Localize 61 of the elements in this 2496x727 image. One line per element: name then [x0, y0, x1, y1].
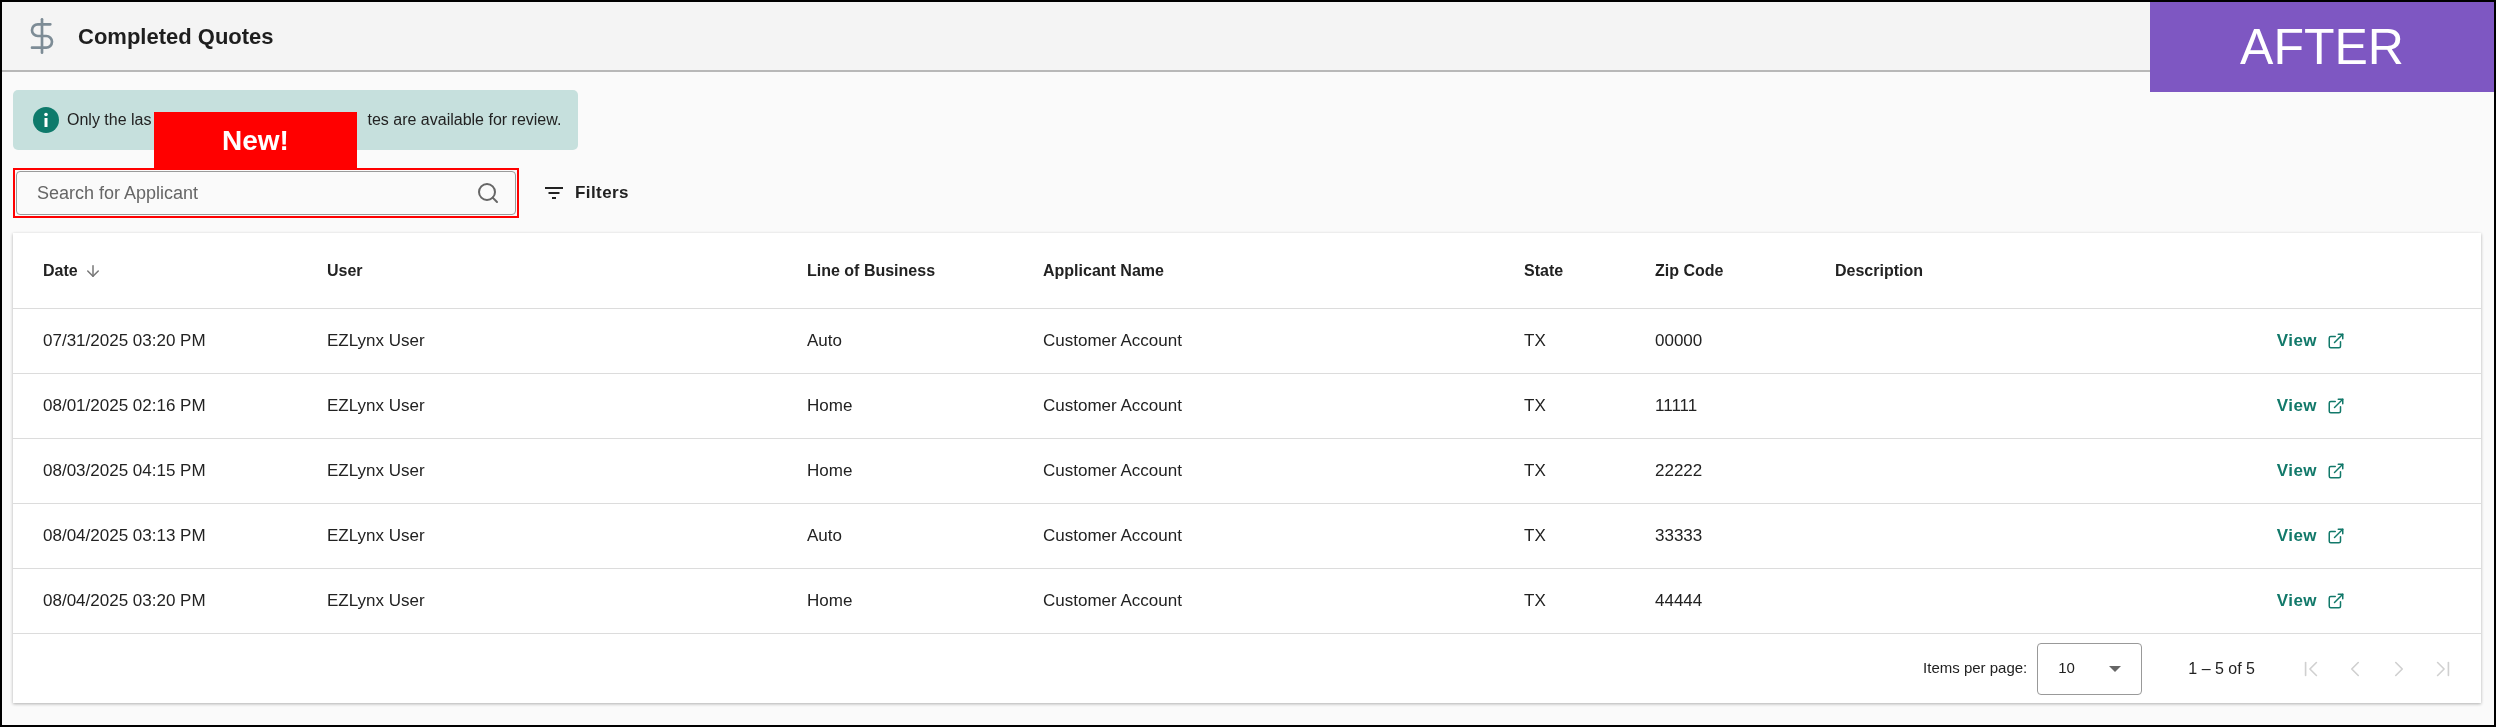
- filters-button[interactable]: Filters: [537, 173, 637, 213]
- view-link[interactable]: View: [2276, 458, 2345, 484]
- column-header[interactable]: State: [1524, 258, 1564, 283]
- table-cell: EZLynx User: [327, 396, 425, 416]
- table-cell: Home: [807, 591, 853, 611]
- search-icon: [476, 181, 500, 205]
- table-cell: 44444: [1655, 591, 1703, 611]
- table-cell: EZLynx User: [327, 461, 425, 481]
- dropdown-caret-icon: [2109, 665, 2122, 672]
- new-badge: New!: [154, 112, 357, 170]
- info-icon: [33, 107, 59, 133]
- table-cell: TX: [1524, 396, 1546, 416]
- table-cell: 08/01/2025 02:16 PM: [43, 396, 206, 416]
- external-link-icon: [2327, 332, 2345, 350]
- table-cell: 33333: [1655, 526, 1703, 546]
- table-cell: EZLynx User: [327, 526, 425, 546]
- external-link-icon: [2327, 462, 2345, 480]
- table-cell: 07/31/2025 03:20 PM: [43, 331, 206, 351]
- external-link-icon: [2327, 592, 2345, 610]
- external-link-icon: [2327, 527, 2345, 545]
- column-header[interactable]: Line of Business: [807, 258, 936, 283]
- view-link[interactable]: View: [2276, 588, 2345, 614]
- column-header[interactable]: Zip Code: [1655, 258, 1724, 283]
- table-cell: TX: [1524, 526, 1546, 546]
- external-link-icon: [2327, 397, 2345, 415]
- table-cell: Customer Account: [1043, 526, 1182, 546]
- table-cell: Customer Account: [1043, 461, 1182, 481]
- page-range: 1 – 5 of 5: [2188, 658, 2255, 679]
- table-cell: 00000: [1655, 331, 1703, 351]
- column-header[interactable]: Date: [43, 258, 78, 283]
- table-cell: 08/04/2025 03:20 PM: [43, 591, 206, 611]
- after-badge: AFTER: [2150, 2, 2494, 92]
- table-cell: Auto: [807, 331, 842, 351]
- table-cell: TX: [1524, 461, 1546, 481]
- table-cell: TX: [1524, 591, 1546, 611]
- table-cell: TX: [1524, 331, 1546, 351]
- table-cell: Auto: [807, 526, 842, 546]
- column-header[interactable]: Applicant Name: [1043, 258, 1164, 283]
- notice-text: Only the las: [67, 110, 152, 130]
- table-cell: EZLynx User: [327, 591, 425, 611]
- page-size-select[interactable]: 10: [2037, 642, 2143, 695]
- filter-icon: [545, 187, 563, 199]
- table-cell: 11111: [1655, 396, 1698, 416]
- column-header[interactable]: Description: [1835, 258, 1923, 283]
- table-cell: 08/03/2025 04:15 PM: [43, 461, 206, 481]
- table-cell: Home: [807, 396, 853, 416]
- view-link[interactable]: View: [2276, 523, 2345, 549]
- column-header[interactable]: User: [327, 258, 363, 283]
- table-cell: Customer Account: [1043, 331, 1182, 351]
- search-field[interactable]: Search for Applicant: [16, 171, 516, 215]
- view-link[interactable]: View: [2276, 328, 2345, 354]
- table-cell: 08/04/2025 03:13 PM: [43, 526, 206, 546]
- table-cell: 22222: [1655, 461, 1703, 481]
- table-cell: Customer Account: [1043, 591, 1182, 611]
- notice-text: tes are available for review.: [367, 110, 562, 130]
- page-title: Completed Quotes: [78, 22, 274, 51]
- items-per-page-label: Items per page:: [1923, 658, 2028, 679]
- table-cell: Home: [807, 461, 853, 481]
- table-cell: Customer Account: [1043, 396, 1182, 416]
- table-cell: EZLynx User: [327, 331, 425, 351]
- view-link[interactable]: View: [2276, 393, 2345, 419]
